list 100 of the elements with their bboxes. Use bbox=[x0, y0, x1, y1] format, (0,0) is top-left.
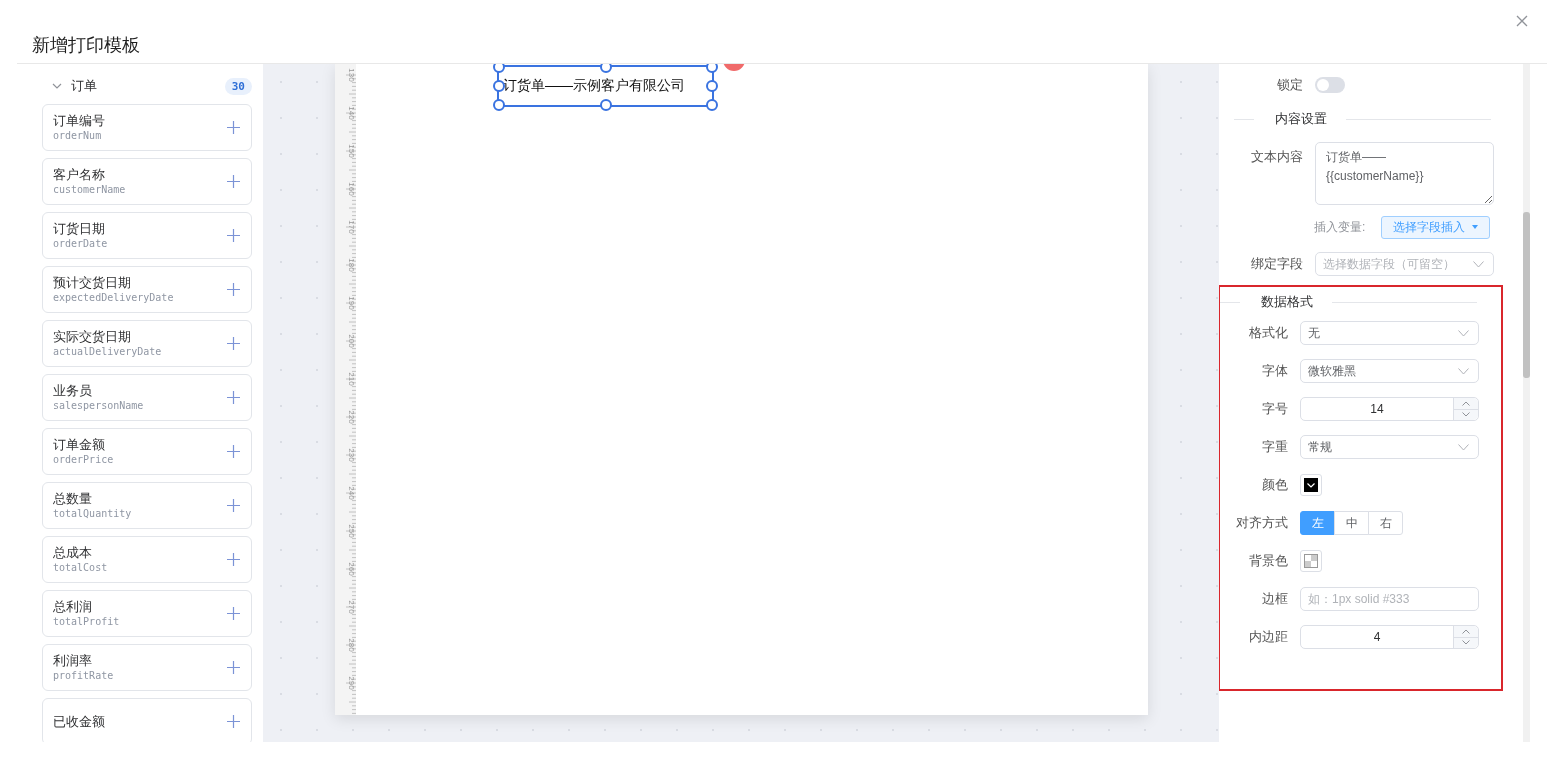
field-label: 总利润 bbox=[53, 598, 93, 615]
plus-icon bbox=[227, 607, 240, 620]
ruler-label: 280 bbox=[347, 638, 356, 652]
field-card[interactable]: 已收金额 bbox=[42, 698, 252, 742]
field-card[interactable]: 订货日期 orderDate bbox=[42, 212, 252, 259]
ruler-label: 190 bbox=[347, 296, 356, 310]
select-field[interactable]: 无 bbox=[1300, 321, 1479, 345]
field-card[interactable]: 订单编号 orderNum bbox=[42, 104, 252, 151]
ruler-label: 150 bbox=[347, 144, 356, 158]
color-picker[interactable] bbox=[1300, 550, 1322, 572]
plus-icon bbox=[227, 283, 240, 296]
field-label: 内边距 bbox=[1248, 628, 1288, 646]
field-card[interactable]: 订单金额 orderPrice bbox=[42, 428, 252, 475]
field-key: totalCost bbox=[53, 561, 108, 575]
field-key: orderDate bbox=[53, 237, 108, 251]
group-label: 订单 bbox=[71, 77, 98, 95]
field-label: 颜色 bbox=[1261, 476, 1288, 494]
field-label: 已收金额 bbox=[53, 713, 105, 730]
field-label: 绑定字段 bbox=[1250, 255, 1303, 273]
field-key: totalProfit bbox=[53, 615, 120, 629]
chevron-down-icon bbox=[1458, 443, 1469, 451]
field-key: orderNum bbox=[53, 129, 105, 143]
ruler-label: 220 bbox=[347, 410, 356, 424]
element-text: 订货单——示例客户有限公司 bbox=[503, 77, 685, 95]
ruler-label: 170 bbox=[347, 220, 356, 234]
field-label: 字重 bbox=[1261, 438, 1288, 456]
close-button[interactable] bbox=[1516, 15, 1528, 27]
chevron-down-icon bbox=[1307, 482, 1315, 488]
field-label: 订单金额 bbox=[53, 436, 106, 453]
ruler-label: 200 bbox=[347, 334, 356, 348]
field-label: 文本内容 bbox=[1250, 148, 1303, 166]
field-label: 背景色 bbox=[1248, 552, 1288, 570]
field-label: 实际交货日期 bbox=[53, 328, 132, 345]
ruler-label: 210 bbox=[347, 372, 356, 386]
field-label: 对齐方式 bbox=[1235, 514, 1288, 532]
ruler-label: 230 bbox=[347, 448, 356, 462]
plus-icon bbox=[227, 445, 240, 458]
field-card[interactable]: 总成本 totalCost bbox=[42, 536, 252, 583]
resize-handle[interactable] bbox=[706, 64, 718, 73]
field-key: totalQuantity bbox=[53, 507, 132, 521]
field-key: customerName bbox=[53, 183, 126, 197]
field-label: 边框 bbox=[1261, 590, 1288, 608]
scrollbar-thumb[interactable] bbox=[1523, 212, 1530, 378]
count-badge: 30 bbox=[224, 77, 252, 95]
chevron-up-icon bbox=[1462, 628, 1470, 634]
group-header[interactable]: 订单 30 bbox=[52, 72, 252, 100]
resize-handle[interactable] bbox=[493, 64, 505, 73]
field-key: actualDeliveryDate bbox=[53, 345, 162, 359]
plus-icon bbox=[227, 715, 240, 728]
ruler-label: 270 bbox=[347, 600, 356, 614]
align-option[interactable]: 中 bbox=[1334, 511, 1369, 535]
field-card[interactable]: 利润率 profitRate bbox=[42, 644, 252, 691]
number-field[interactable]: 14 bbox=[1300, 397, 1479, 421]
ruler-label: 240 bbox=[347, 486, 356, 500]
plus-icon bbox=[227, 661, 240, 674]
number-field[interactable]: 4 bbox=[1300, 625, 1479, 649]
chevron-down-icon bbox=[1473, 260, 1484, 268]
section-title: 数据格式 bbox=[1261, 293, 1313, 311]
border-input[interactable]: 如：1px solid #333 bbox=[1300, 587, 1479, 611]
select-field[interactable]: 常规 bbox=[1300, 435, 1479, 459]
field-card[interactable]: 预计交货日期 expectedDeliveryDate bbox=[42, 266, 252, 313]
field-label: 客户名称 bbox=[53, 166, 106, 183]
plus-icon bbox=[227, 121, 240, 134]
field-label: 订货日期 bbox=[53, 220, 106, 237]
ruler-label: 140 bbox=[347, 106, 356, 120]
field-card[interactable]: 实际交货日期 actualDeliveryDate bbox=[42, 320, 252, 367]
section-title: 内容设置 bbox=[1275, 110, 1327, 128]
select-field[interactable]: 微软雅黑 bbox=[1300, 359, 1479, 383]
align-option[interactable]: 右 bbox=[1368, 511, 1403, 535]
plus-icon bbox=[227, 499, 240, 512]
field-key: salespersonName bbox=[53, 399, 144, 413]
field-label: 总成本 bbox=[53, 544, 93, 561]
field-key: expectedDeliveryDate bbox=[53, 291, 174, 305]
chevron-up-icon bbox=[1462, 400, 1470, 406]
plus-icon bbox=[227, 337, 240, 350]
field-label: 锁定 bbox=[1276, 76, 1303, 94]
plus-icon bbox=[227, 175, 240, 188]
toggle-switch[interactable] bbox=[1315, 77, 1345, 93]
field-card[interactable]: 总利润 totalProfit bbox=[42, 590, 252, 637]
resize-handle[interactable] bbox=[599, 64, 612, 73]
field-card[interactable]: 业务员 salespersonName bbox=[42, 374, 252, 421]
field-label: 插入变量: bbox=[1314, 218, 1366, 236]
field-label: 字号 bbox=[1261, 400, 1288, 418]
text-input[interactable]: 订货单—— {{customerName}} bbox=[1315, 142, 1494, 205]
caret-icon bbox=[1472, 225, 1479, 229]
field-key: orderPrice bbox=[53, 453, 114, 467]
field-label: 利润率 bbox=[53, 652, 93, 669]
field-label: 总数量 bbox=[53, 490, 93, 507]
plus-icon bbox=[227, 553, 240, 566]
field-card[interactable]: 客户名称 customerName bbox=[42, 158, 252, 205]
field-key: profitRate bbox=[53, 669, 114, 683]
ruler-label: 250 bbox=[347, 524, 356, 538]
plus-icon bbox=[227, 229, 240, 242]
chevron-down-icon bbox=[1458, 367, 1469, 375]
dialog-title: 新增打印模板 bbox=[32, 34, 140, 57]
field-label: 订单编号 bbox=[53, 112, 105, 129]
field-card[interactable]: 总数量 totalQuantity bbox=[42, 482, 252, 529]
field-label: 预计交货日期 bbox=[53, 274, 132, 291]
chevron-down-icon bbox=[1462, 640, 1470, 646]
ruler-label: 260 bbox=[347, 562, 356, 576]
